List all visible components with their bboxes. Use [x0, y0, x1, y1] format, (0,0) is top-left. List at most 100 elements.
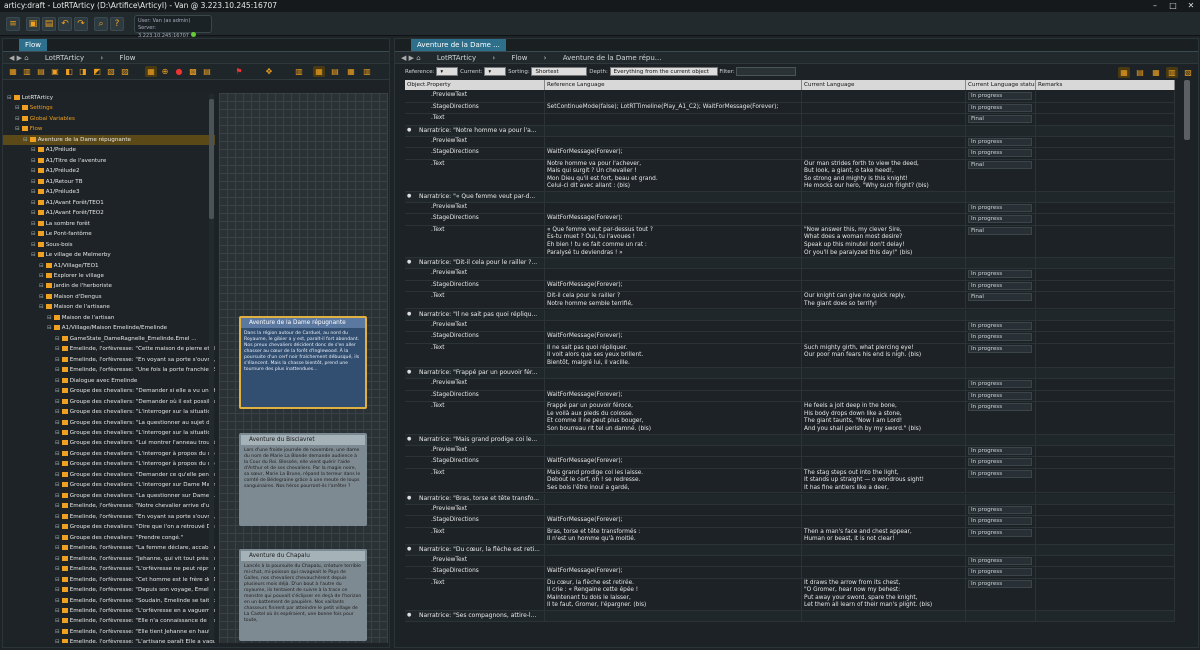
status-select[interactable]: In progress	[968, 391, 1032, 400]
expand-icon[interactable]: ⊟	[55, 639, 60, 643]
tree-item[interactable]: ⊟ Le Pont-fantôme	[3, 229, 215, 239]
property-row[interactable]: .PreviewText In progress	[405, 91, 1175, 103]
property-row[interactable]: .StageDirections WaitForMessage(Forever);…	[405, 567, 1175, 579]
expand-icon[interactable]: ⊟	[39, 304, 44, 310]
status-select[interactable]: In progress	[968, 149, 1032, 157]
tree-item[interactable]: ⊟ Groupe des chevaliers: "L'interroger à …	[3, 459, 215, 469]
new-hub-icon[interactable]: ▣	[49, 66, 61, 77]
object-row[interactable]: Narratrice: "Ses compagnons, attire-l...…	[405, 611, 1175, 623]
breadcrumb-item[interactable]: Flow	[511, 54, 527, 62]
view2-icon[interactable]: ▤	[1134, 67, 1146, 78]
filter-input[interactable]	[736, 67, 797, 76]
tree-item[interactable]: ⊟ Emelinde, l'orfèvresse: "Une fois la po…	[3, 365, 215, 375]
expand-icon[interactable]: ⊟	[39, 273, 44, 279]
view-icon[interactable]: ▦	[1118, 67, 1130, 78]
status-select[interactable]: In progress	[968, 203, 1032, 212]
reference-language-select[interactable]: ▾	[436, 67, 459, 76]
breadcrumb-item[interactable]: LotRTArticy	[45, 54, 84, 62]
layout3-icon[interactable]: ▦	[345, 66, 357, 77]
tree-item[interactable]: ⊟ A1/Prélude	[3, 145, 215, 155]
tree-item[interactable]: ⊟ Groupe des chevaliers: "Prendre congé."	[3, 533, 215, 543]
expand-icon[interactable]: ●	[407, 546, 411, 552]
expand-icon[interactable]: ⊟	[55, 598, 60, 604]
expand-icon[interactable]: ●	[407, 369, 411, 375]
status-select[interactable]: In progress	[968, 215, 1032, 224]
tree-item[interactable]: ⊟ Groupe des chevaliers: "L'interroger à …	[3, 449, 215, 459]
expand-icon[interactable]: ●	[407, 436, 411, 442]
expand-icon[interactable]: ⊟	[31, 158, 36, 164]
status-select[interactable]: In progress	[968, 579, 1032, 588]
tree-scrollbar[interactable]	[209, 94, 214, 639]
tree-item[interactable]: ⊟ Flow	[3, 124, 215, 134]
property-row[interactable]: .Text Final	[405, 114, 1175, 126]
expand-icon[interactable]: ⊟	[55, 514, 60, 520]
breadcrumb-item[interactable]: LotRTArticy	[437, 54, 476, 62]
property-row[interactable]: .PreviewText In progress	[405, 320, 1175, 332]
expand-icon[interactable]: ●	[407, 259, 411, 265]
tree-item[interactable]: ⊟ A1/Titre de l'aventure	[3, 156, 215, 166]
new-comment-icon[interactable]: ▧	[105, 66, 117, 77]
save-icon[interactable]: ▣	[26, 17, 40, 31]
expand-icon[interactable]: ⊟	[39, 294, 44, 300]
flow-node[interactable]: Aventure du Bisclavret Lors d'une froide…	[239, 433, 367, 526]
expand-icon[interactable]: ⊟	[31, 147, 36, 153]
status-select[interactable]: In progress	[968, 469, 1032, 478]
current-language-select[interactable]: ▾	[484, 67, 507, 76]
status-select[interactable]: Final	[968, 115, 1032, 123]
tree-item[interactable]: ⊟ A1/Prélude3	[3, 187, 215, 197]
layout-icon[interactable]: ▦	[313, 66, 325, 77]
tree-item[interactable]: ⊟ Groupe des chevaliers: "Dire que l'on a…	[3, 522, 215, 532]
expand-icon[interactable]: ⊟	[31, 200, 36, 206]
object-row[interactable]: Narratrice: "Frappé par un pouvoir fér..…	[405, 368, 1175, 380]
close-icon[interactable]: ✕	[1182, 0, 1200, 12]
view5-icon[interactable]: ▧	[1182, 67, 1194, 78]
property-row[interactable]: .StageDirections WaitForMessage(Forever);…	[405, 457, 1175, 469]
property-row[interactable]: .Text Mais grand prodige coi les laisse. …	[405, 468, 1175, 494]
status-select[interactable]: In progress	[968, 528, 1032, 537]
expand-icon[interactable]: ⊟	[15, 116, 20, 122]
stop-icon[interactable]: ●	[173, 66, 185, 77]
expand-icon[interactable]: ⊟	[39, 283, 44, 289]
expand-icon[interactable]: ⊟	[31, 221, 36, 227]
expand-icon[interactable]: ⊟	[7, 95, 12, 101]
tree-item[interactable]: ⊟ Groupe des chevaliers: "La questionner …	[3, 491, 215, 501]
expand-icon[interactable]: ●	[407, 193, 411, 199]
tree-item[interactable]: ⊟ A1/Village/Maison Emelinde/Emelinde	[3, 323, 215, 333]
tree-item[interactable]: ⊟ La sombre forêt	[3, 219, 215, 229]
expand-icon[interactable]: ⊟	[31, 252, 36, 258]
tree-item[interactable]: ⊟ Emelinde, l'orfèvresse: "La femme décla…	[3, 543, 215, 553]
expand-icon[interactable]: ⊟	[55, 608, 60, 614]
expand-icon[interactable]: ⊟	[31, 189, 36, 195]
tree-item[interactable]: ⊟ Emelinde, l'orfèvresse: "Depuis son voy…	[3, 585, 215, 595]
expand-icon[interactable]: ⊟	[55, 357, 60, 363]
tree-item[interactable]: ⊟ Groupe des chevaliers: "Demander où il …	[3, 397, 215, 407]
column-header[interactable]: Object.Property	[405, 80, 545, 90]
expand-icon[interactable]: ⊟	[55, 503, 60, 509]
tree-item[interactable]: ⊟ Settings	[3, 103, 215, 113]
property-row[interactable]: .PreviewText In progress	[405, 555, 1175, 568]
expand-icon[interactable]: ⊟	[55, 430, 60, 436]
tree-item[interactable]: ⊟ Groupe des chevaliers: "L'interroger su…	[3, 407, 215, 417]
property-row[interactable]: .PreviewText In progress	[405, 504, 1175, 516]
tree-item[interactable]: ⊟ Emelinde, l'orfèvresse: "Cette maison d…	[3, 344, 215, 354]
expand-icon[interactable]: ●	[407, 612, 411, 618]
tree-item[interactable]: ⊟ A1/Avant Forêt/TEO2	[3, 208, 215, 218]
tree-item[interactable]: ⊟ Groupe des chevaliers: "Demander si ell…	[3, 386, 215, 396]
expand-icon[interactable]: ⊟	[55, 535, 60, 541]
tab-aventure[interactable]: Aventure de la Dame ...	[411, 39, 506, 51]
new-dialogue-icon[interactable]: ▥	[21, 66, 33, 77]
column-header[interactable]: Reference Language	[545, 80, 802, 90]
search-icon[interactable]: ⌕	[94, 17, 108, 31]
status-select[interactable]: In progress	[968, 556, 1032, 565]
new-condition-icon[interactable]: ◨	[77, 66, 89, 77]
status-select[interactable]: In progress	[968, 321, 1032, 330]
maximize-icon[interactable]: □	[1164, 0, 1182, 12]
expand-icon[interactable]: ⊟	[39, 263, 44, 269]
tree-item[interactable]: ⊟ LotRTArticy	[3, 93, 215, 103]
status-select[interactable]: In progress	[968, 103, 1032, 112]
flow-node[interactable]: Aventure de la Dame répugnante Dans la r…	[239, 316, 367, 409]
property-row[interactable]: .PreviewText In progress	[405, 445, 1175, 458]
property-row[interactable]: .Text Il ne sait pas quoi répliquer. Il v…	[405, 343, 1175, 369]
tree-item[interactable]: ⊟ Emelinde, l'orfèvresse: "En voyant sa p…	[3, 512, 215, 522]
tree-item[interactable]: ⊟ Emelinde, l'orfèvresse: "L'artisane par…	[3, 637, 215, 643]
